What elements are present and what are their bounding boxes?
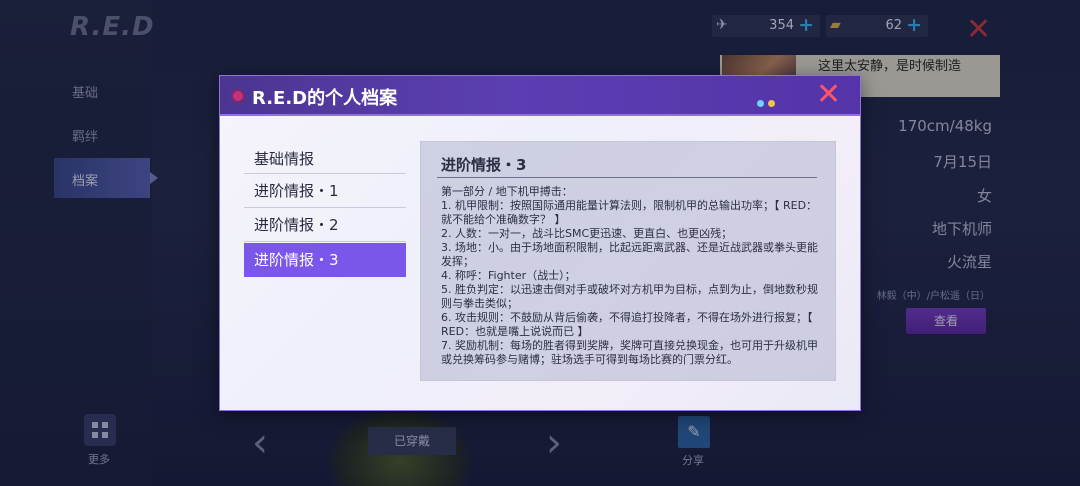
detail-line: 1. 机甲限制：按照国际通用能量计算法则，限制机甲的总输出功率；【 RED：就不… (441, 199, 818, 226)
profile-menu: 基础情报 进阶情报・1 进阶情报・2 进阶情报・3 (244, 142, 406, 277)
profile-modal: R.E.D的个人档案 ✕ 基础情报 进阶情报・1 进阶情报・2 进阶情报・3 进… (220, 76, 860, 410)
header-dot-icon (233, 91, 243, 101)
detail-panel: 进阶情报・3 第一部分 / 地下机甲搏击： 1. 机甲限制：按照国际通用能量计算… (420, 141, 836, 381)
detail-line: 6. 攻击规则：不鼓励从背后偷袭，不得追打投降者，不得在场外进行报复；【 RED… (441, 311, 813, 338)
detail-line: 第一部分 / 地下机甲搏击： (441, 185, 573, 198)
close-icon[interactable]: ✕ (816, 78, 841, 112)
divider (437, 177, 817, 178)
detail-body: 第一部分 / 地下机甲搏击： 1. 机甲限制：按照国际通用能量计算法则，限制机甲… (441, 185, 823, 367)
detail-line: 4. 称呼：Fighter（战士）； (441, 269, 576, 282)
detail-line: 7. 奖励机制：每场的胜者得到奖牌，奖牌可直接兑换现金，也可用于升级机甲或兑换筹… (441, 339, 818, 366)
menu-item-advanced-3[interactable]: 进阶情报・3 (244, 243, 406, 277)
modal-header: R.E.D的个人档案 ✕ (220, 76, 860, 116)
menu-item-advanced-1[interactable]: 进阶情报・1 (244, 174, 406, 208)
status-lights-icon (757, 92, 781, 107)
detail-line: 5. 胜负判定：以迅速击倒对手或破坏对方机甲为目标，点到为止，倒地数秒规则与拳击… (441, 283, 818, 310)
detail-line: 2. 人数：一对一，战斗比SMC更迅速、更直白、也更凶残； (441, 227, 733, 240)
detail-line: 3. 场地：小。由于场地面积限制，比起远距离武器、还是近战武器或拳头更能发挥； (441, 241, 818, 268)
menu-item-advanced-2[interactable]: 进阶情报・2 (244, 208, 406, 242)
modal-title: R.E.D的个人档案 (252, 88, 398, 109)
menu-item-basic-info[interactable]: 基础情报 (244, 142, 406, 174)
detail-title: 进阶情报・3 (441, 156, 527, 174)
